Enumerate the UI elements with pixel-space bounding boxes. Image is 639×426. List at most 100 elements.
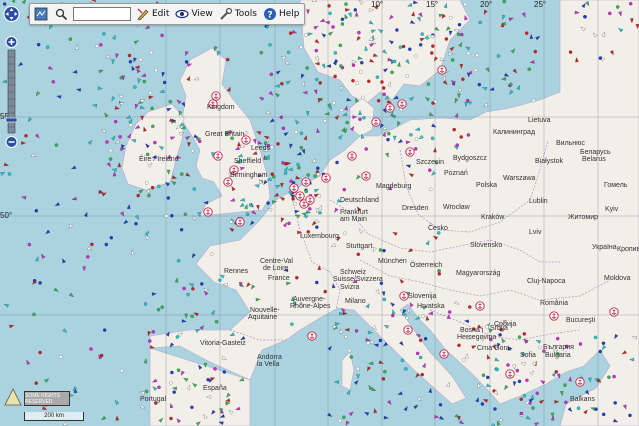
vessel-icon[interactable] — [209, 252, 214, 256]
vessel-icon[interactable] — [437, 272, 442, 276]
vessel-icon[interactable] — [375, 75, 380, 79]
vessel-icon[interactable] — [197, 139, 202, 144]
vessel-icon[interactable] — [68, 37, 73, 41]
vessel-icon[interactable] — [105, 140, 109, 144]
vessel-icon[interactable] — [531, 406, 535, 410]
vessel-icon[interactable] — [517, 379, 522, 384]
vessel-icon[interactable] — [270, 145, 274, 150]
vessel-icon[interactable] — [460, 32, 464, 37]
vessel-icon[interactable] — [362, 115, 366, 120]
harbour-icon[interactable] — [397, 99, 407, 109]
vessel-icon[interactable] — [390, 70, 394, 75]
vessel-icon[interactable] — [184, 60, 189, 64]
harbour-icon[interactable] — [475, 301, 485, 311]
vessel-icon[interactable] — [387, 131, 391, 136]
vessel-icon[interactable] — [420, 372, 424, 377]
vessel-icon[interactable] — [304, 33, 308, 37]
vessel-icon[interactable] — [414, 54, 418, 58]
vessel-icon[interactable] — [533, 49, 538, 54]
vessel-icon[interactable] — [150, 185, 155, 190]
vessel-icon[interactable] — [415, 351, 420, 356]
vessel-icon[interactable] — [583, 15, 587, 19]
vessel-icon[interactable] — [366, 341, 370, 345]
vessel-icon[interactable] — [351, 63, 356, 67]
vessel-icon[interactable] — [378, 338, 383, 343]
vessel-icon[interactable] — [457, 22, 462, 27]
vessel-icon[interactable] — [24, 134, 28, 138]
vessel-icon[interactable] — [496, 54, 501, 58]
vessel-icon[interactable] — [342, 187, 347, 192]
vessel-icon[interactable] — [142, 79, 147, 84]
vessel-icon[interactable] — [313, 174, 317, 178]
vessel-icon[interactable] — [143, 302, 148, 306]
harbour-icon[interactable] — [405, 147, 415, 157]
vessel-icon[interactable] — [493, 407, 497, 411]
vessel-icon[interactable] — [423, 336, 428, 341]
vessel-icon[interactable] — [527, 67, 532, 71]
vessel-icon[interactable] — [295, 275, 299, 280]
vessel-icon[interactable] — [160, 33, 164, 38]
vessel-icon[interactable] — [51, 80, 56, 84]
vessel-icon[interactable] — [485, 324, 489, 329]
vessel-icon[interactable] — [153, 140, 157, 145]
vessel-icon[interactable] — [409, 133, 413, 137]
vessel-icon[interactable] — [564, 400, 568, 405]
vessel-icon[interactable] — [456, 32, 461, 37]
vessel-icon[interactable] — [180, 172, 184, 176]
vessel-icon[interactable] — [428, 168, 432, 172]
tools-button[interactable]: Tools — [218, 7, 258, 21]
vessel-icon[interactable] — [339, 108, 344, 112]
vessel-icon[interactable] — [354, 329, 359, 333]
vessel-icon[interactable] — [502, 0, 507, 4]
vessel-icon[interactable] — [138, 57, 143, 62]
vessel-icon[interactable] — [376, 98, 381, 103]
vessel-icon[interactable] — [358, 117, 362, 121]
vessel-icon[interactable] — [191, 287, 195, 291]
harbour-icon[interactable] — [295, 191, 305, 201]
vessel-icon[interactable] — [190, 405, 194, 410]
vessel-icon[interactable] — [421, 314, 425, 319]
vessel-icon[interactable] — [601, 341, 606, 345]
harbour-icon[interactable] — [347, 151, 357, 161]
vessel-icon[interactable] — [466, 133, 471, 137]
vessel-icon[interactable] — [133, 85, 137, 89]
vessel-icon[interactable] — [294, 130, 298, 134]
vessel-icon[interactable] — [315, 280, 319, 285]
vessel-icon[interactable] — [245, 212, 250, 216]
vessel-icon[interactable] — [316, 166, 320, 170]
vessel-icon[interactable] — [466, 51, 471, 56]
vessel-icon[interactable] — [601, 412, 606, 417]
vessel-icon[interactable] — [383, 369, 387, 374]
vessel-icon[interactable] — [95, 44, 99, 48]
vessel-icon[interactable] — [170, 213, 174, 218]
vessel-icon[interactable] — [192, 187, 196, 191]
vessel-icon[interactable] — [342, 231, 347, 236]
vessel-icon[interactable] — [386, 137, 390, 142]
vessel-icon[interactable] — [563, 383, 567, 387]
vessel-icon[interactable] — [270, 172, 274, 176]
vessel-icon[interactable] — [200, 282, 204, 286]
vessel-icon[interactable] — [147, 193, 151, 198]
vessel-icon[interactable] — [7, 172, 12, 176]
vessel-icon[interactable] — [182, 286, 186, 291]
vessel-icon[interactable] — [286, 50, 291, 55]
vessel-icon[interactable] — [430, 51, 434, 55]
vessel-icon[interactable] — [34, 381, 38, 385]
vessel-icon[interactable] — [345, 120, 349, 125]
vessel-icon[interactable] — [38, 350, 42, 355]
vessel-icon[interactable] — [356, 252, 361, 257]
vessel-icon[interactable] — [607, 375, 611, 379]
vessel-icon[interactable] — [535, 391, 540, 396]
vessel-icon[interactable] — [104, 242, 109, 247]
vessel-icon[interactable] — [459, 135, 463, 139]
vessel-icon[interactable] — [628, 1, 633, 6]
vessel-icon[interactable] — [378, 248, 383, 252]
vessel-icon[interactable] — [176, 368, 181, 372]
zoom-in-button[interactable] — [5, 36, 18, 48]
vessel-icon[interactable] — [359, 70, 363, 74]
harbour-icon[interactable] — [301, 177, 311, 187]
vessel-icon[interactable] — [148, 339, 152, 343]
vessel-icon[interactable] — [447, 310, 452, 314]
vessel-icon[interactable] — [102, 32, 106, 36]
vessel-icon[interactable] — [408, 47, 412, 51]
